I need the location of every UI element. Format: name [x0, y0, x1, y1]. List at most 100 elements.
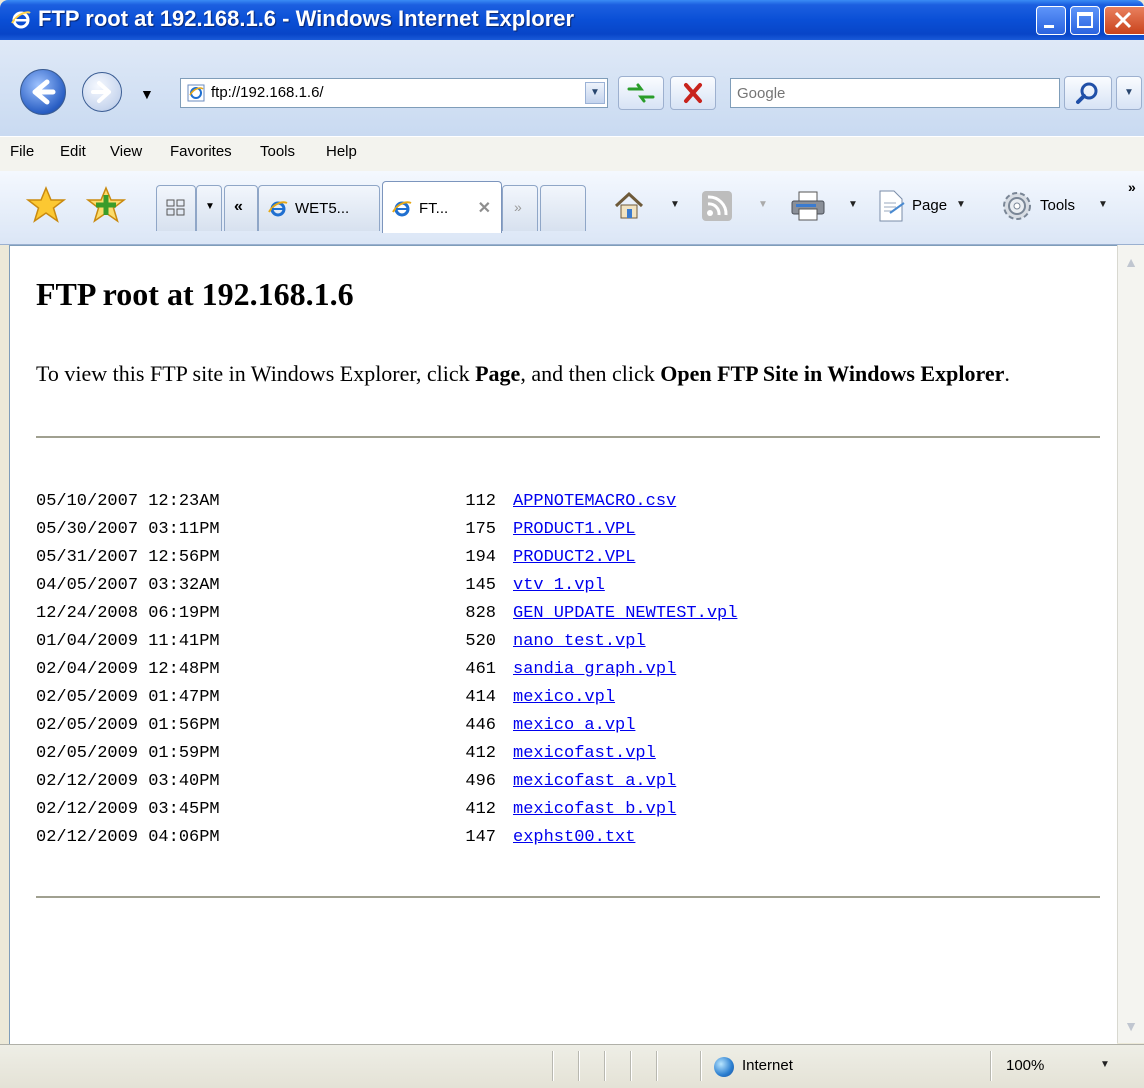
file-date: 02/05/2009 01:56PM: [36, 716, 220, 735]
menu-tools[interactable]: Tools: [260, 143, 295, 160]
tab-scroll-right[interactable]: »: [502, 185, 538, 231]
file-row: 02/05/2009 01:56PM 446 mexico a.vpl: [36, 712, 1106, 740]
title-bar[interactable]: FTP root at 192.168.1.6 - Windows Intern…: [0, 0, 1144, 40]
chevron-down-icon[interactable]: ▼: [670, 199, 680, 210]
search-options-dropdown[interactable]: ▼: [1116, 76, 1142, 110]
back-button[interactable]: [20, 69, 66, 115]
file-size: 145: [465, 576, 496, 595]
address-bar[interactable]: ftp://192.168.1.6/ ▼: [180, 78, 608, 108]
page-content: FTP root at 192.168.1.6 To view this FTP…: [9, 245, 1117, 1044]
file-link[interactable]: mexicofast.vpl: [513, 740, 656, 768]
stop-button[interactable]: [670, 76, 716, 110]
file-row: 04/05/2007 03:32AM 145 vtv 1.vpl: [36, 572, 1106, 600]
file-size: 412: [465, 800, 496, 819]
tab-label: WET5...: [295, 200, 350, 217]
printer-icon: [791, 191, 825, 221]
chevron-down-icon[interactable]: ▼: [848, 199, 858, 210]
search-box[interactable]: [730, 78, 1060, 108]
zoom-level[interactable]: 100%: [1006, 1057, 1044, 1074]
tab-scroll-left-label: «: [234, 198, 243, 215]
file-row: 05/30/2007 03:11PM 175 PRODUCT1.VPL: [36, 516, 1106, 544]
file-date: 05/30/2007 03:11PM: [36, 520, 220, 539]
divider-bottom: [36, 896, 1100, 898]
menu-edit[interactable]: Edit: [60, 143, 86, 160]
refresh-button[interactable]: [618, 76, 664, 110]
chevron-down-icon[interactable]: ▼: [1100, 1059, 1110, 1070]
file-link[interactable]: PRODUCT2.VPL: [513, 544, 635, 572]
file-link[interactable]: sandia graph.vpl: [513, 656, 676, 684]
address-url: ftp://192.168.1.6/: [211, 84, 324, 101]
file-link[interactable]: APPNOTEMACRO.csv: [513, 488, 676, 516]
file-link[interactable]: mexico.vpl: [513, 684, 615, 712]
tab-wet5[interactable]: WET5...: [258, 185, 380, 231]
menu-favorites[interactable]: Favorites: [170, 143, 232, 160]
status-divider: [630, 1051, 632, 1081]
minimize-button[interactable]: [1036, 6, 1066, 35]
minimize-icon: [1044, 25, 1054, 28]
forward-button[interactable]: [82, 72, 122, 112]
chevron-down-icon[interactable]: ▼: [758, 199, 768, 210]
menu-view[interactable]: View: [110, 143, 142, 160]
file-size: 175: [465, 520, 496, 539]
scroll-down-icon[interactable]: ▼: [1120, 1015, 1142, 1037]
file-date: 04/05/2007 03:32AM: [36, 576, 220, 595]
menu-help[interactable]: Help: [326, 143, 357, 160]
file-link[interactable]: mexicofast b.vpl: [513, 796, 676, 824]
file-size: 446: [465, 716, 496, 735]
file-link[interactable]: vtv 1.vpl: [513, 572, 605, 600]
menu-file[interactable]: File: [10, 143, 34, 160]
file-link[interactable]: mexicofast a.vpl: [513, 768, 676, 796]
search-input[interactable]: [731, 79, 1059, 107]
maximize-button[interactable]: [1070, 6, 1100, 35]
file-size: 112: [465, 492, 496, 511]
tab-ftp[interactable]: FT... ✕: [382, 181, 502, 233]
status-divider: [700, 1051, 702, 1081]
file-link[interactable]: exphst00.txt: [513, 824, 635, 852]
divider-top: [36, 436, 1100, 438]
ie-page-icon: [392, 201, 412, 217]
gear-icon: [1003, 192, 1031, 220]
file-date: 01/04/2009 11:41PM: [36, 632, 220, 651]
recent-pages-dropdown[interactable]: ▼: [140, 86, 154, 102]
file-listing: 05/10/2007 12:23AM 112 APPNOTEMACRO.csv 05/…: [36, 488, 1106, 852]
command-bar-overflow[interactable]: »: [1128, 179, 1136, 195]
file-size: 147: [465, 828, 496, 847]
status-bar: Internet 100% ▼: [0, 1044, 1144, 1088]
intro-text: , and then click: [520, 361, 661, 386]
chevron-down-icon: ▼: [956, 199, 966, 210]
file-link[interactable]: mexico a.vpl: [513, 712, 635, 740]
address-dropdown-button[interactable]: ▼: [585, 82, 605, 104]
close-tab-icon[interactable]: ✕: [478, 198, 491, 218]
file-link[interactable]: nano test.vpl: [513, 628, 646, 656]
chevron-down-icon: ▼: [1098, 199, 1108, 210]
add-to-favorites-icon[interactable]: [86, 185, 126, 225]
favorites-center-icon[interactable]: [26, 185, 66, 225]
file-date: 02/12/2009 04:06PM: [36, 828, 220, 847]
tab-label: FT...: [419, 200, 449, 217]
file-link[interactable]: PRODUCT1.VPL: [513, 516, 635, 544]
home-icon: [614, 191, 644, 219]
scroll-up-icon[interactable]: ▲: [1120, 251, 1142, 273]
intro-text: To view this FTP site in Windows Explore…: [36, 361, 476, 386]
file-date: 02/05/2009 01:47PM: [36, 688, 220, 707]
status-divider: [552, 1051, 554, 1081]
tab-command-bar: ▼ « WET5... FT... ✕ » ▼ ▼ ▼ Page ▼ Tools…: [0, 171, 1144, 245]
quick-tabs-button[interactable]: [156, 185, 196, 231]
close-icon: [1114, 11, 1132, 29]
tab-scroll-left[interactable]: «: [224, 185, 258, 231]
browser-window: FTP root at 192.168.1.6 - Windows Intern…: [0, 0, 1144, 1088]
intro-page-word: Page: [475, 361, 521, 386]
close-window-button[interactable]: [1104, 6, 1144, 35]
file-link[interactable]: GEN UPDATE NEWTEST.vpl: [513, 600, 737, 628]
file-row: 02/05/2009 01:47PM 414 mexico.vpl: [36, 684, 1106, 712]
forward-arrow-icon: [91, 81, 111, 103]
page-icon: [879, 190, 905, 222]
file-size: 461: [465, 660, 496, 679]
page-menu-label: Page: [912, 197, 948, 214]
tab-list-dropdown[interactable]: ▼: [196, 185, 222, 231]
new-tab-button[interactable]: [540, 185, 586, 231]
ie-page-icon: [268, 201, 288, 217]
security-zone[interactable]: Internet: [742, 1057, 793, 1074]
vertical-scrollbar[interactable]: ▲ ▼: [1117, 245, 1144, 1043]
search-button[interactable]: [1064, 76, 1112, 110]
